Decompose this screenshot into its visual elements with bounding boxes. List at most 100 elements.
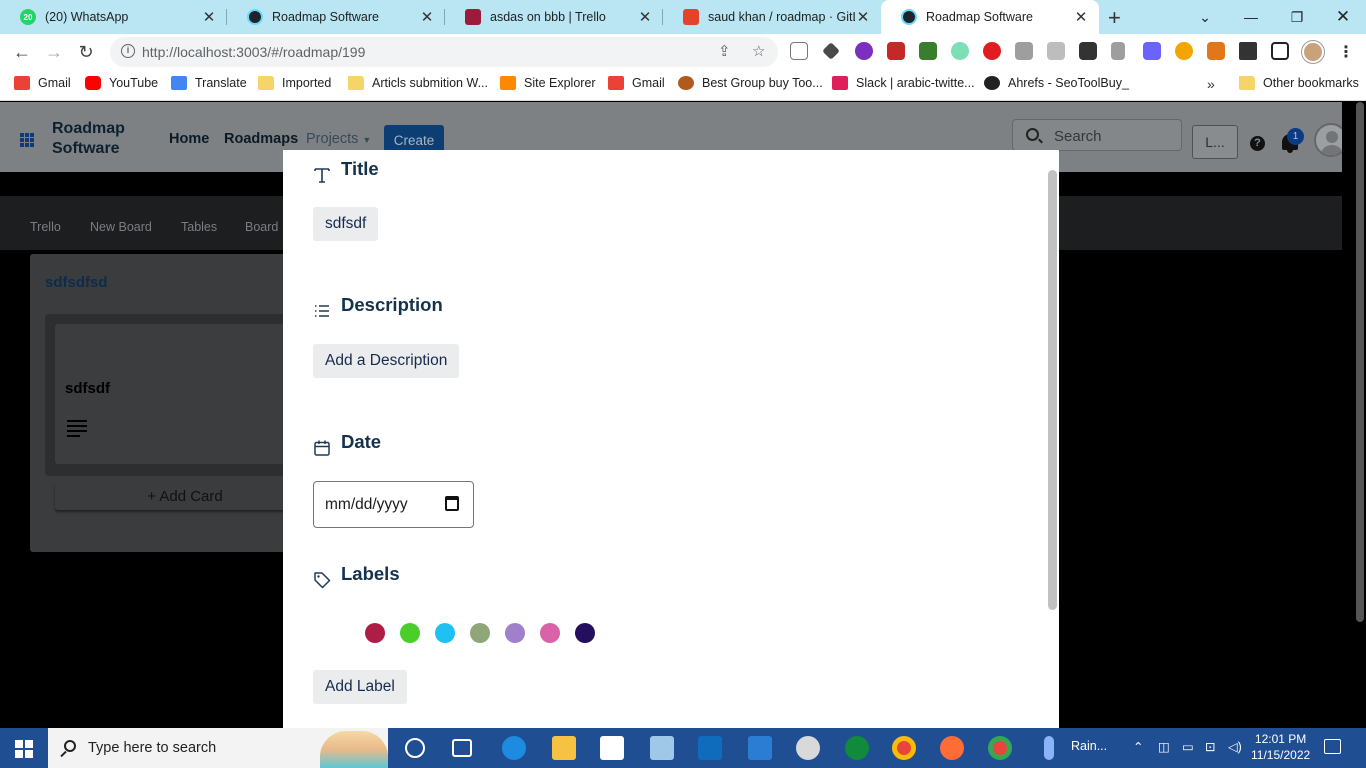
metamask-icon[interactable]	[1207, 42, 1225, 60]
meet-now-icon[interactable]: ◫	[1158, 739, 1170, 754]
site-info-icon[interactable]: i	[121, 44, 135, 58]
tab-gitlab[interactable]: saud khan / roadmap · GitLab ✕	[663, 0, 881, 34]
more-bookmarks-icon[interactable]: »	[1207, 76, 1215, 92]
vscode-icon[interactable]	[698, 736, 722, 760]
microsoft-store-icon[interactable]	[600, 736, 624, 760]
close-tab-icon[interactable]: ✕	[637, 8, 653, 26]
extension-mint-icon[interactable]	[951, 42, 969, 60]
bookmark-slack[interactable]: Slack | arabic-twitte...	[832, 76, 975, 90]
label-color-swatch[interactable]	[540, 623, 560, 643]
calendar-picker-icon[interactable]	[445, 496, 459, 511]
subnav-tables[interactable]: Tables	[181, 220, 217, 234]
bookmark-group-buy[interactable]: Best Group buy Too...	[678, 76, 823, 90]
battery-icon[interactable]: ▭	[1182, 739, 1194, 754]
bookmark-translate[interactable]: Translate	[171, 76, 247, 90]
nav-roadmaps[interactable]: Roadmaps	[224, 131, 298, 147]
system-clock[interactable]: 12:01 PM 11/15/2022	[1251, 731, 1310, 763]
close-tab-icon[interactable]: ✕	[419, 8, 435, 26]
extension-d-icon[interactable]	[1143, 42, 1161, 60]
subnav-trello[interactable]: Trello	[30, 220, 61, 234]
extension-text-icon[interactable]	[790, 42, 808, 60]
chrome-profile-icon[interactable]	[988, 736, 1012, 760]
extension-green-icon[interactable]	[919, 42, 937, 60]
browser-menu-icon[interactable]: ⋮	[1338, 42, 1354, 62]
bookmark-imported[interactable]: Imported	[258, 76, 331, 90]
tab-roadmap-software-active[interactable]: Roadmap Software ✕	[881, 0, 1099, 34]
forward-icon[interactable]: →	[42, 40, 66, 64]
weather-text[interactable]: Rain...	[1071, 739, 1107, 753]
label-color-swatch[interactable]	[435, 623, 455, 643]
bookmark-site-explorer[interactable]: Site Explorer	[500, 76, 596, 90]
edge-icon[interactable]	[502, 736, 526, 760]
extension-red-icon[interactable]	[887, 42, 905, 60]
subnav-board[interactable]: Board	[245, 220, 278, 234]
extension-eyedropper-icon[interactable]	[822, 42, 840, 60]
reload-icon[interactable]: ↻	[74, 40, 98, 64]
weather-icon[interactable]	[1044, 736, 1054, 760]
nav-projects[interactable]: Projects ▼	[306, 131, 371, 147]
new-tab-icon[interactable]: +	[1108, 5, 1121, 31]
paint-icon[interactable]	[796, 736, 820, 760]
modal-scrollbar[interactable]	[1048, 170, 1057, 610]
label-color-swatch[interactable]	[365, 623, 385, 643]
add-card-button[interactable]: + Add Card	[55, 482, 315, 510]
side-panel-icon[interactable]	[1271, 42, 1289, 60]
notification-center-icon[interactable]	[1324, 739, 1341, 754]
cortana-icon[interactable]	[405, 738, 425, 758]
bookmark-ahrefs[interactable]: Ahrefs - SeoToolBuy_	[984, 76, 1129, 90]
share-icon[interactable]: ⇪	[718, 42, 731, 60]
extension-flag-icon[interactable]	[1111, 42, 1125, 60]
card[interactable]: sdfsdf	[55, 324, 310, 464]
extension-stop-icon[interactable]	[983, 42, 1001, 60]
column-title[interactable]: sdfsdfsd	[45, 274, 108, 291]
back-icon[interactable]: ←	[10, 40, 34, 64]
tab-search-icon[interactable]: ⌄	[1182, 0, 1228, 34]
tab-trello[interactable]: asdas on bbb | Trello ✕	[445, 0, 663, 34]
bookmark-gmail-2[interactable]: Gmail	[608, 76, 665, 90]
app-search-input[interactable]: Search	[1012, 119, 1182, 151]
subnav-new-board[interactable]: New Board	[90, 220, 152, 234]
bookmark-articles[interactable]: Articls submition W...	[348, 76, 488, 90]
taskbar-search[interactable]: Type here to search	[48, 728, 388, 768]
postman-icon[interactable]	[940, 736, 964, 760]
url-text[interactable]: http://localhost:3003/#/roadmap/199	[142, 44, 365, 60]
extension-w-icon[interactable]	[855, 42, 873, 60]
task-view-icon[interactable]	[452, 739, 472, 757]
label-color-swatch[interactable]	[400, 623, 420, 643]
extension-m-dark-icon[interactable]	[1079, 42, 1097, 60]
volume-icon[interactable]: ◁)	[1228, 739, 1242, 754]
restore-icon[interactable]: ❐	[1274, 0, 1320, 34]
label-color-swatch[interactable]	[575, 623, 595, 643]
close-window-icon[interactable]: ✕	[1320, 0, 1366, 34]
mongodb-compass-icon[interactable]	[845, 736, 869, 760]
close-tab-icon[interactable]: ✕	[1073, 8, 1089, 26]
network-icon[interactable]: ⊡	[1205, 739, 1215, 754]
other-bookmarks[interactable]: Other bookmarks	[1239, 76, 1359, 90]
address-bar[interactable]: i http://localhost:3003/#/roadmap/199 ⇪ …	[110, 37, 778, 67]
close-tab-icon[interactable]: ✕	[201, 8, 217, 26]
label-color-swatch[interactable]	[505, 623, 525, 643]
chrome-icon[interactable]	[892, 736, 916, 760]
date-input[interactable]: mm/dd/yyyy	[313, 481, 474, 528]
minimize-icon[interactable]: —	[1228, 0, 1274, 34]
page-scrollbar-thumb[interactable]	[1356, 102, 1364, 622]
help-icon[interactable]: ?	[1250, 136, 1265, 151]
file-explorer-icon[interactable]	[552, 736, 576, 760]
profile-avatar[interactable]	[1302, 41, 1324, 63]
title-value[interactable]: sdfsdf	[313, 207, 379, 241]
extension-m-icon[interactable]	[1047, 42, 1065, 60]
label-color-swatch[interactable]	[470, 623, 490, 643]
close-tab-icon[interactable]: ✕	[855, 8, 871, 26]
mail-icon[interactable]	[748, 736, 772, 760]
extension-50-icon[interactable]	[1175, 42, 1193, 60]
nav-home[interactable]: Home	[169, 131, 209, 147]
apps-grid-icon[interactable]	[20, 133, 34, 147]
user-button[interactable]: L...	[1192, 125, 1238, 159]
tab-whatsapp[interactable]: 20 (20) WhatsApp ✕	[0, 0, 227, 34]
bookmark-gmail[interactable]: Gmail	[14, 76, 71, 90]
remote-desktop-icon[interactable]	[650, 736, 674, 760]
tray-chevron-icon[interactable]: ⌃	[1133, 739, 1143, 754]
extensions-puzzle-icon[interactable]	[1239, 42, 1257, 60]
page-scrollbar[interactable]	[1342, 102, 1366, 728]
app-brand[interactable]: Roadmap Software	[52, 119, 142, 159]
